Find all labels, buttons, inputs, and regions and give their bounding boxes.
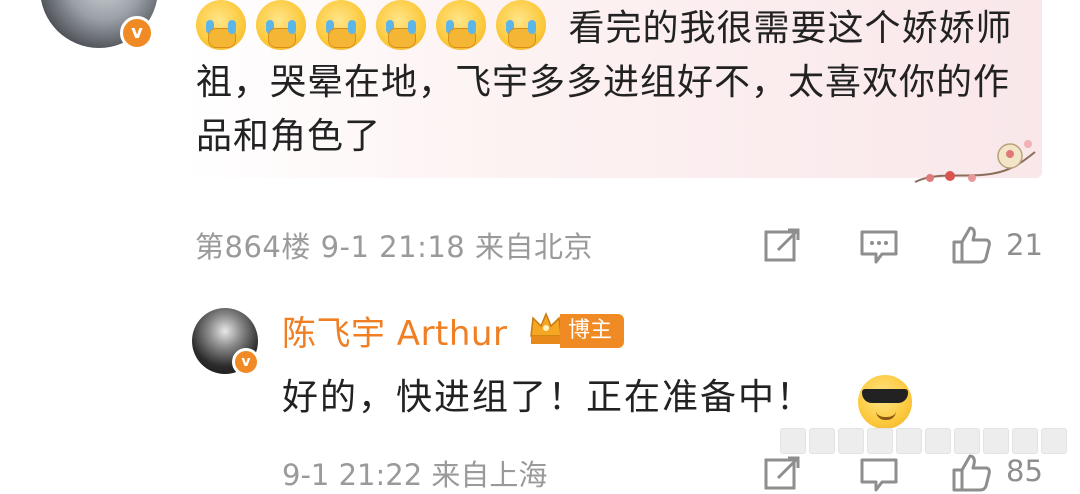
comment-icon[interactable] (858, 452, 900, 494)
like-icon[interactable] (950, 224, 992, 266)
reply-meta: 9-1 21:22 来自上海 (282, 452, 547, 494)
like-count: 21 (1006, 228, 1043, 262)
floor-number: 第864楼 (195, 230, 311, 264)
share-icon[interactable] (762, 224, 804, 266)
share-icon[interactable] (762, 452, 804, 494)
flower-decoration-icon (914, 140, 1036, 183)
like-count: 85 (1006, 454, 1043, 488)
commenter-avatar[interactable]: v (40, 0, 158, 50)
reply-text: 好的，快进组了！正在准备中！ (282, 377, 815, 418)
cry-cover-mouth-emoji (496, 0, 546, 50)
comment-icon[interactable] (858, 224, 900, 266)
reply-location: 来自上海 (431, 458, 548, 492)
cry-cover-mouth-emoji (196, 0, 246, 50)
comment-time: 9-1 21:18 (320, 230, 466, 264)
comment-meta: 第864楼 9-1 21:18 来自北京 (195, 224, 593, 266)
sunglasses-emoji (858, 375, 912, 429)
comment-location: 来自北京 (474, 230, 593, 264)
verified-badge-icon: v (120, 16, 154, 50)
like-icon[interactable] (950, 452, 992, 494)
reply-time: 9-1 21:22 (282, 458, 423, 492)
cry-cover-mouth-emoji (436, 0, 486, 50)
verified-badge-icon: v (232, 348, 260, 376)
reply-author-name[interactable]: 陈飞宇 Arthur (282, 306, 507, 355)
reply-avatar[interactable]: v (192, 308, 260, 376)
blogger-badge: 博主 (560, 314, 625, 348)
cry-cover-mouth-emoji (316, 0, 366, 50)
emoji-row (196, 0, 568, 50)
cry-cover-mouth-emoji (376, 0, 426, 50)
cry-cover-mouth-emoji (256, 0, 306, 50)
